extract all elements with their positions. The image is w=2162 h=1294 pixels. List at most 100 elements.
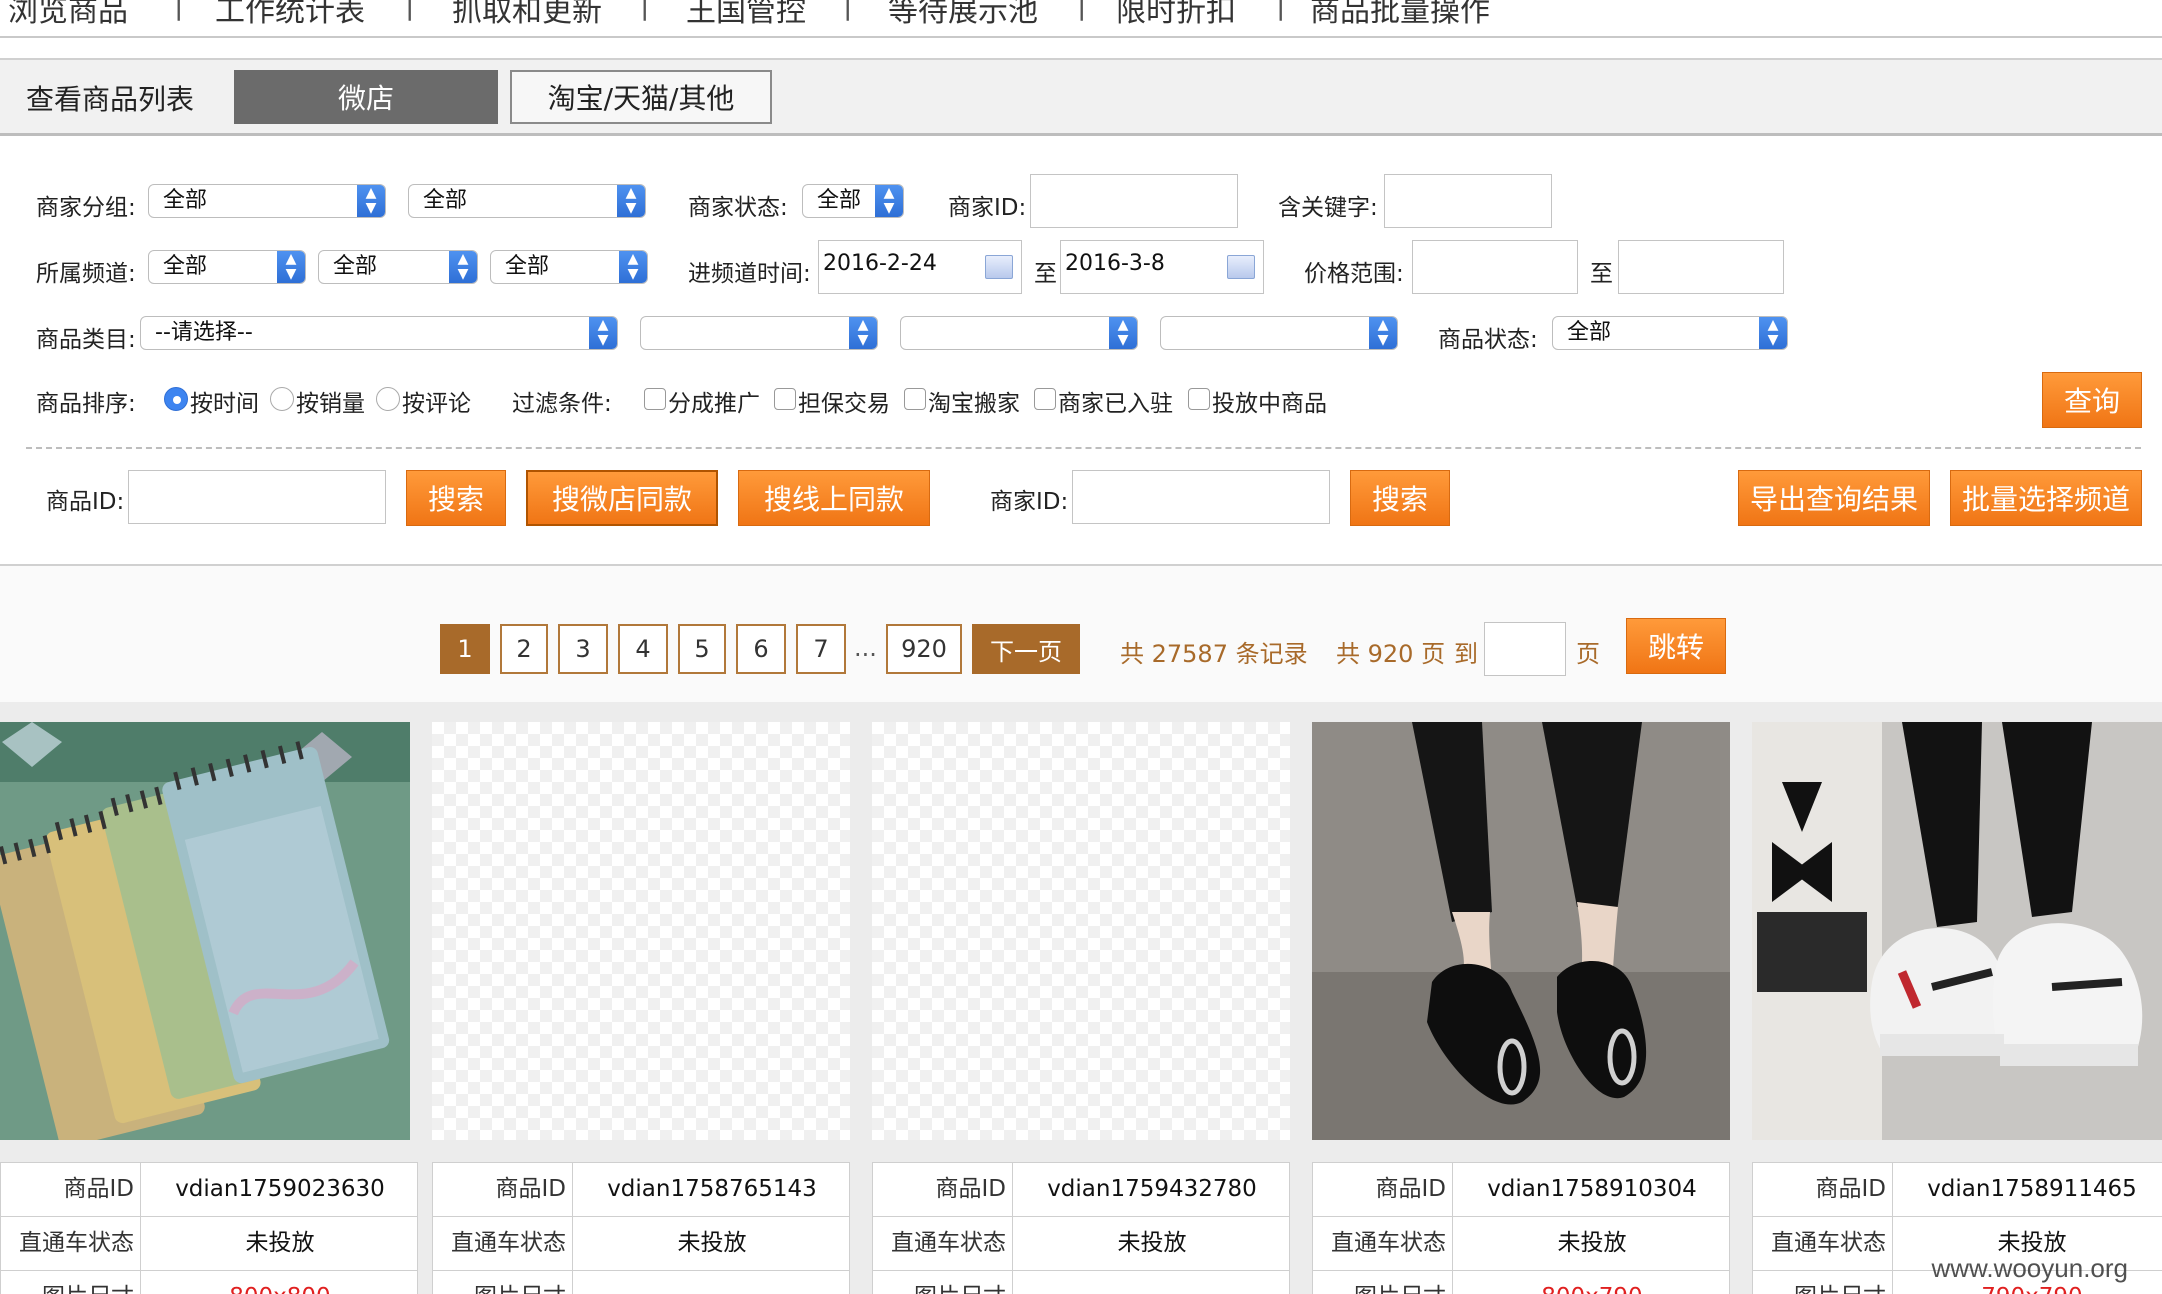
export-results-button[interactable]: 导出查询结果 [1738, 470, 1930, 526]
product-id-row: 商品ID vdian1758765143 [433, 1163, 849, 1217]
chevron-updown-icon: ▲ ▼ [617, 185, 645, 217]
price-min-input[interactable] [1412, 240, 1578, 294]
subtab-bar: 查看商品列表 微店 淘宝/天猫/其他 [0, 58, 2162, 136]
chevron-updown-icon: ▲ ▼ [875, 185, 903, 217]
category-select-1[interactable]: --请选择-- ▲ ▼ [140, 316, 618, 350]
sort-by-time-radio[interactable] [164, 387, 188, 411]
sort-by-reviews-radio[interactable] [376, 387, 400, 411]
query-button[interactable]: 查询 [2042, 372, 2142, 428]
condition-commission-label[interactable]: 分成推广 [668, 384, 760, 418]
nav-separator: | [1077, 0, 1087, 21]
condition-active-ads-checkbox[interactable] [1188, 388, 1210, 410]
page-1-button[interactable]: 1 [440, 624, 490, 674]
product-card[interactable]: 商品IDvdian1758910304 直通车状态未投放 图片尺寸800x790 [1312, 722, 1730, 1294]
channel-label: 所属频道: [36, 261, 136, 287]
product-card[interactable]: 商品IDvdian1759432780 直通车状态未投放 图片尺寸 [872, 722, 1290, 1294]
nav-item-flash-discount[interactable]: 限时折扣 [1116, 0, 1236, 30]
merchant-group-select-1[interactable]: 全部 ▲ ▼ [148, 184, 386, 218]
chevron-updown-icon: ▲ ▼ [849, 317, 877, 349]
ad-status-value: 未投放 [1117, 1230, 1187, 1256]
product-image[interactable] [0, 722, 410, 1140]
condition-taobao-move-checkbox[interactable] [904, 388, 926, 410]
product-card[interactable]: 商品IDvdian1758765143 直通车状态未投放 图片尺寸 [432, 722, 850, 1294]
ad-status-value: 未投放 [245, 1230, 315, 1256]
chevron-updown-icon: ▲ ▼ [1109, 317, 1137, 349]
page-7-button[interactable]: 7 [796, 624, 846, 674]
list-title: 查看商品列表 [26, 83, 195, 116]
ad-status-row: 直通车状态 未投放 [433, 1217, 849, 1271]
product-card[interactable]: 商品IDvdian1758911465 直通车状态未投放 图片尺寸790x790 [1752, 722, 2162, 1294]
search-same-online-button[interactable]: 搜线上同款 [738, 470, 930, 526]
nav-item-browse[interactable]: 浏览商品 [8, 0, 128, 30]
channel-select-3[interactable]: 全部 ▲ ▼ [490, 250, 648, 284]
keyword-label: 含关键字: [1278, 195, 1378, 221]
merchant-id-search-label: 商家ID: [990, 489, 1069, 515]
image-size-value: 800x790 [1455, 1271, 1729, 1294]
nav-item-kingdom-control[interactable]: 王国管控 [686, 0, 806, 30]
merchant-status-select[interactable]: 全部 ▲ ▼ [802, 184, 904, 218]
calendar-icon[interactable] [985, 255, 1013, 279]
product-status-select[interactable]: 全部 ▲ ▼ [1552, 316, 1788, 350]
product-card[interactable]: 商品IDvdian1759023630 直通车状态未投放 图片尺寸800x800 [0, 722, 418, 1294]
category-select-2[interactable]: ▲ ▼ [640, 316, 878, 350]
image-size-value [1015, 1271, 1289, 1294]
search-same-weidian-button[interactable]: 搜微店同款 [526, 470, 718, 526]
merchant-search-button[interactable]: 搜索 [1350, 470, 1450, 526]
nav-item-batch-ops[interactable]: 商品批量操作 [1310, 0, 1490, 30]
condition-merchant-joined-label[interactable]: 商家已入驻 [1058, 384, 1173, 418]
product-id-input[interactable] [128, 470, 386, 524]
condition-escrow-checkbox[interactable] [774, 388, 796, 410]
condition-taobao-move-label[interactable]: 淘宝搬家 [928, 384, 1020, 418]
price-max-input[interactable] [1618, 240, 1784, 294]
channel-select-2[interactable]: 全部 ▲ ▼ [318, 250, 478, 284]
nav-item-work-stats[interactable]: 工作统计表 [215, 0, 365, 30]
tab-taobao-tmall-other[interactable]: 淘宝/天猫/其他 [510, 70, 772, 124]
category-select-3[interactable]: ▲ ▼ [900, 316, 1138, 350]
next-page-button[interactable]: 下一页 [972, 624, 1080, 674]
page-4-button[interactable]: 4 [618, 624, 668, 674]
total-records: 共 27587 条记录 [1120, 640, 1308, 668]
merchant-id-search-input[interactable] [1072, 470, 1330, 524]
condition-escrow-label[interactable]: 担保交易 [798, 384, 890, 418]
goto-page-input[interactable] [1484, 622, 1566, 676]
product-image[interactable] [1752, 722, 2162, 1140]
page-6-button[interactable]: 6 [736, 624, 786, 674]
price-range-label: 价格范围: [1304, 261, 1404, 287]
image-size-row: 图片尺寸800x800 [1, 1271, 417, 1294]
ad-status-value: 未投放 [1557, 1230, 1627, 1256]
category-select-4[interactable]: ▲ ▼ [1160, 316, 1398, 350]
page-5-button[interactable]: 5 [678, 624, 726, 674]
filter-divider [26, 447, 2141, 449]
jump-button[interactable]: 跳转 [1626, 618, 1726, 674]
condition-active-ads-label[interactable]: 投放中商品 [1212, 384, 1327, 418]
ad-status-row: 直通车状态 未投放 [1313, 1217, 1729, 1271]
keyword-input[interactable] [1384, 174, 1552, 228]
image-size-value [575, 1271, 849, 1294]
search-button[interactable]: 搜索 [406, 470, 506, 526]
product-image-placeholder[interactable] [432, 722, 850, 1140]
channel-select-1[interactable]: 全部 ▲ ▼ [148, 250, 306, 284]
calendar-icon[interactable] [1227, 255, 1255, 279]
product-image[interactable] [1312, 722, 1730, 1140]
sort-by-time-label[interactable]: 按时间 [190, 384, 259, 418]
ad-status-value: 未投放 [677, 1230, 747, 1256]
sort-by-reviews-label[interactable]: 按评论 [402, 384, 471, 418]
page-last-button[interactable]: 920 [886, 624, 962, 674]
channel-time-to-input[interactable]: 2016-3-8 [1060, 240, 1264, 294]
nav-item-pending-pool[interactable]: 等待展示池 [888, 0, 1038, 30]
tab-weidian[interactable]: 微店 [234, 70, 498, 124]
merchant-id-input[interactable] [1030, 174, 1238, 228]
nav-item-fetch-update[interactable]: 抓取和更新 [452, 0, 602, 30]
page-3-button[interactable]: 3 [558, 624, 608, 674]
sort-by-sales-label[interactable]: 按销量 [296, 384, 365, 418]
condition-merchant-joined-checkbox[interactable] [1034, 388, 1056, 410]
page-ellipsis: ... [854, 634, 877, 662]
sort-by-sales-radio[interactable] [270, 387, 294, 411]
batch-select-channel-button[interactable]: 批量选择频道 [1950, 470, 2142, 526]
condition-commission-checkbox[interactable] [644, 388, 666, 410]
product-image-placeholder[interactable] [872, 722, 1290, 1140]
merchant-group-select-2[interactable]: 全部 ▲ ▼ [408, 184, 646, 218]
page-2-button[interactable]: 2 [500, 624, 548, 674]
channel-time-from-input[interactable]: 2016-2-24 [818, 240, 1022, 294]
merchant-group-label: 商家分组: [36, 195, 136, 221]
